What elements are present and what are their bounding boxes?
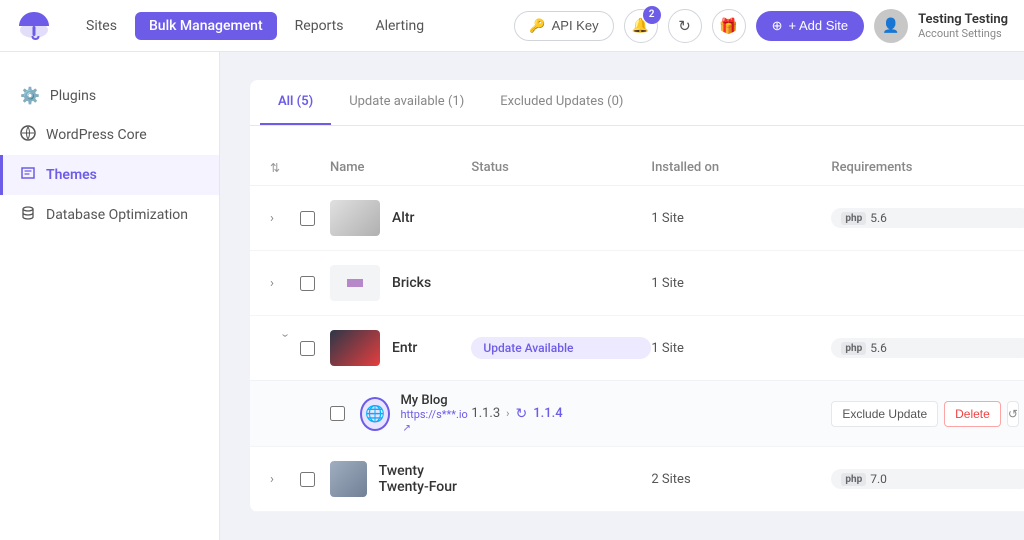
user-info: Testing Testing Account Settings bbox=[918, 12, 1008, 40]
sub-row-myblog: 🌐 My Blog https://s***.io ↗ bbox=[250, 380, 1024, 446]
entr-thumbnail bbox=[330, 330, 380, 366]
sidebar-item-wordpress-core[interactable]: WordPress Core bbox=[0, 115, 219, 155]
sidebar: ⚙️ Plugins WordPress Core Themes Databas… bbox=[0, 52, 220, 540]
entr-sites: 1 Site bbox=[651, 341, 831, 356]
nav-reports[interactable]: Reports bbox=[281, 12, 358, 40]
key-icon: 🔑 bbox=[529, 18, 545, 34]
bricks-sites: 1 Site bbox=[651, 276, 831, 291]
api-key-button[interactable]: 🔑 API Key bbox=[514, 11, 613, 41]
entr-status: Update Available bbox=[471, 337, 651, 359]
expand-entr[interactable]: › bbox=[278, 333, 293, 363]
version-icon: ↻ bbox=[515, 406, 527, 422]
avatar: 👤 bbox=[874, 9, 908, 43]
refresh-button[interactable]: ↻ bbox=[668, 9, 702, 43]
nav-bulk-management[interactable]: Bulk Management bbox=[135, 12, 277, 40]
entr-php: php 5.6 bbox=[831, 338, 1024, 358]
tab-excluded-updates[interactable]: Excluded Updates (0) bbox=[482, 80, 641, 125]
umbrella-logo bbox=[16, 8, 52, 44]
altr-name: Altr bbox=[392, 210, 414, 226]
checkbox-bricks[interactable] bbox=[300, 276, 315, 291]
external-link-icon: ↗ bbox=[402, 423, 410, 434]
altr-php: php 5.6 bbox=[831, 208, 1024, 228]
account-settings-link[interactable]: Account Settings bbox=[918, 27, 1008, 40]
exclude-update-button[interactable]: Exclude Update bbox=[831, 401, 938, 427]
logo-area bbox=[16, 8, 52, 44]
table-row: › Bricks 1 Site bbox=[250, 251, 1024, 316]
version-flow: 1.1.3 › ↻ 1.1.4 bbox=[471, 406, 651, 422]
myblog-url[interactable]: https://s***.io ↗ bbox=[400, 408, 471, 434]
bricks-name: Bricks bbox=[392, 275, 431, 291]
col-name: Name bbox=[330, 160, 471, 175]
main-nav: Sites Bulk Management Reports Alerting bbox=[72, 12, 514, 40]
twentyfour-thumbnail bbox=[330, 461, 367, 497]
col-requirements: Requirements bbox=[831, 160, 1024, 175]
expand-bricks[interactable]: › bbox=[270, 276, 300, 291]
checkbox-entr[interactable] bbox=[300, 341, 315, 356]
bricks-thumbnail bbox=[330, 265, 380, 301]
delete-button[interactable]: Delete bbox=[944, 401, 1001, 427]
table-header: ⇅ Name Status Installed on Requirements bbox=[250, 150, 1024, 186]
myblog-avatar: 🌐 bbox=[360, 397, 390, 431]
sidebar-item-plugins[interactable]: ⚙️ Plugins bbox=[0, 76, 219, 115]
tab-all[interactable]: All (5) bbox=[260, 80, 331, 125]
filter-tabs: All (5) Update available (1) Excluded Up… bbox=[250, 80, 1024, 126]
col-status: Status bbox=[471, 160, 651, 175]
sidebar-item-themes[interactable]: Themes bbox=[0, 155, 219, 195]
table-row: › Twenty Twenty-Four 2 Sites php 7.0 bbox=[250, 447, 1024, 512]
nav-alerting[interactable]: Alerting bbox=[361, 12, 438, 40]
tab-update-available[interactable]: Update available (1) bbox=[331, 80, 482, 125]
entr-name: Entr bbox=[392, 340, 417, 356]
checkbox-twentyfour[interactable] bbox=[300, 472, 315, 487]
plus-circle-icon: ⊕ bbox=[772, 18, 783, 34]
sub-row-actions: Exclude Update Delete ↺ Update 1.1.3 › 1… bbox=[831, 401, 1024, 427]
plugins-icon: ⚙️ bbox=[20, 86, 40, 105]
notification-badge: 2 bbox=[643, 6, 661, 24]
gift-button[interactable]: 🎁 bbox=[712, 9, 746, 43]
gift-icon: 🎁 bbox=[719, 17, 738, 35]
expand-altr[interactable]: › bbox=[270, 211, 300, 226]
themes-table: ⇅ Name Status Installed on Requirements … bbox=[250, 150, 1024, 512]
header: Sites Bulk Management Reports Alerting 🔑… bbox=[0, 0, 1024, 52]
refresh-icon: ↻ bbox=[678, 17, 691, 35]
page-wrapper: ⚙️ Plugins WordPress Core Themes Databas… bbox=[0, 52, 1024, 540]
sidebar-item-database[interactable]: Database Optimization bbox=[0, 195, 219, 235]
content-area: All (5) Update available (1) Excluded Up… bbox=[250, 80, 1024, 512]
header-right: 🔑 API Key 🔔 2 ↻ 🎁 ⊕ + Add Site 👤 Testing… bbox=[514, 9, 1008, 43]
checkbox-myblog[interactable] bbox=[330, 406, 345, 421]
user-menu[interactable]: 👤 Testing Testing Account Settings bbox=[874, 9, 1008, 43]
altr-thumbnail bbox=[330, 200, 380, 236]
notifications-button[interactable]: 🔔 2 bbox=[624, 9, 658, 43]
database-icon bbox=[20, 205, 36, 225]
table-row: › Altr 1 Site php 5.6 bbox=[250, 186, 1024, 251]
myblog-name: My Blog bbox=[400, 393, 471, 408]
twentyfour-sites: 2 Sites bbox=[651, 472, 831, 487]
twentyfour-name: Twenty Twenty-Four bbox=[379, 463, 472, 495]
twentyfour-php: php 7.0 bbox=[831, 469, 1024, 489]
checkbox-altr[interactable] bbox=[300, 211, 315, 226]
main-content: All (5) Update available (1) Excluded Up… bbox=[220, 52, 1024, 540]
themes-icon bbox=[20, 165, 36, 185]
sort-icon[interactable]: ⇅ bbox=[270, 161, 300, 175]
nav-sites[interactable]: Sites bbox=[72, 12, 131, 40]
expand-twentyfour[interactable]: › bbox=[270, 472, 300, 487]
wordpress-icon bbox=[20, 125, 36, 145]
table-row: › Entr Update Available 1 Site php 5.6 bbox=[250, 316, 1024, 447]
add-site-button[interactable]: ⊕ + Add Site bbox=[756, 11, 865, 41]
altr-sites: 1 Site bbox=[651, 211, 831, 226]
col-installed-on: Installed on bbox=[651, 160, 831, 175]
user-name: Testing Testing bbox=[918, 12, 1008, 27]
reset-button[interactable]: ↺ bbox=[1007, 401, 1019, 427]
